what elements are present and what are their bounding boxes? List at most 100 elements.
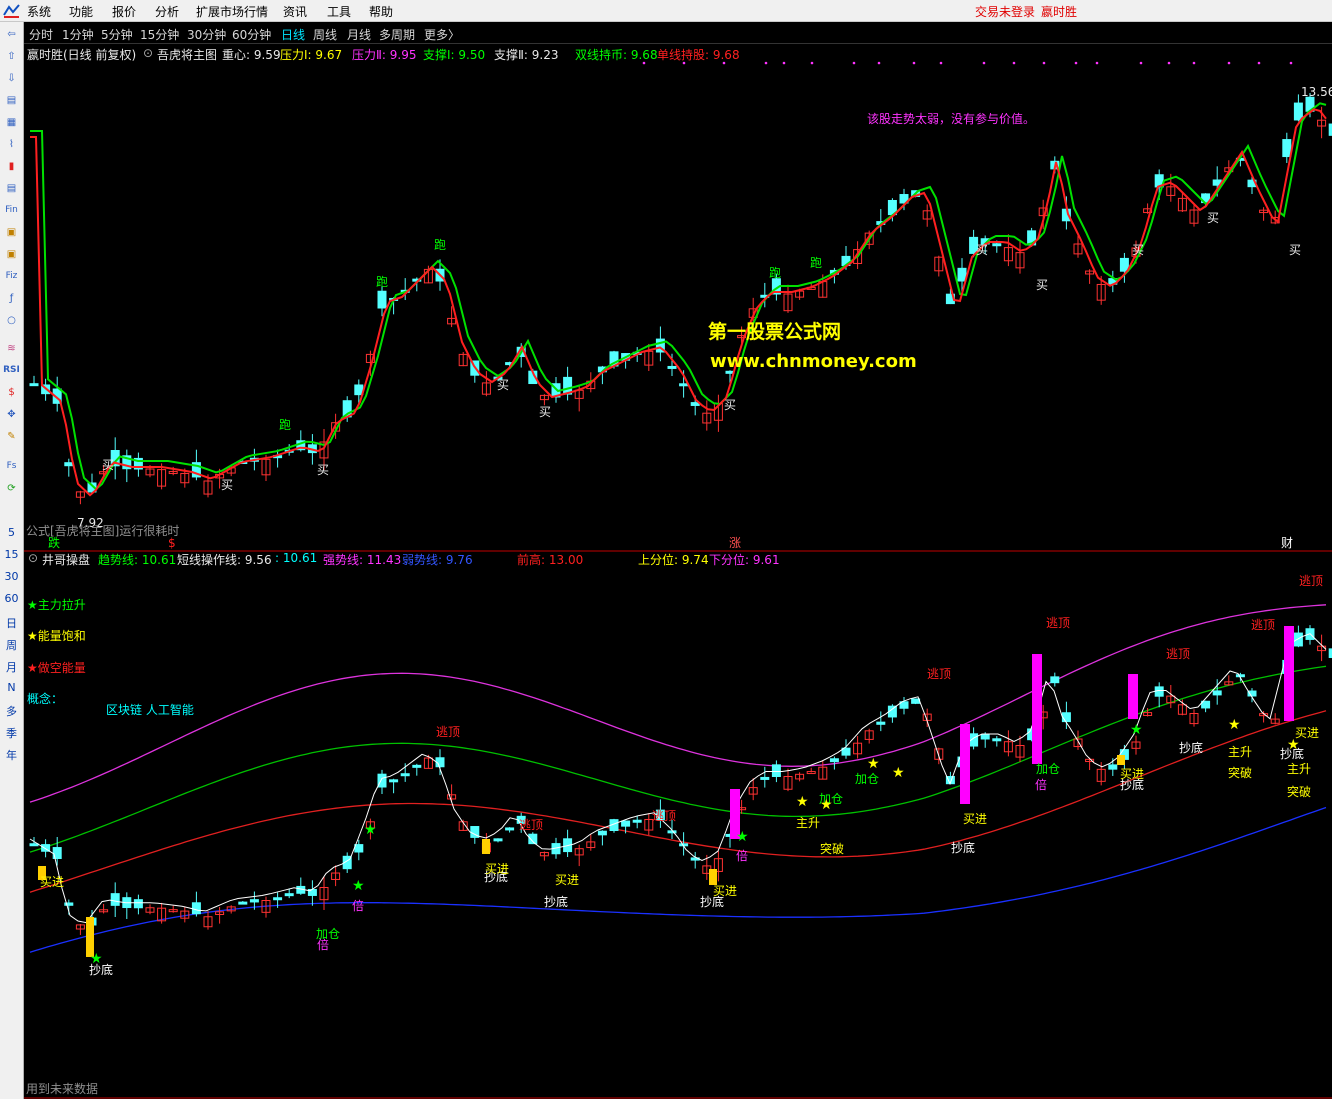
upper-value-2: 压力Ⅱ: 9.95: [352, 48, 417, 62]
toolbar-year[interactable]: 年: [0, 747, 23, 763]
document-icon[interactable]: ▣: [3, 246, 20, 263]
period-tab-1[interactable]: 1分钟: [62, 26, 94, 43]
star-8: ★: [892, 765, 905, 781]
wave-icon[interactable]: ≋: [3, 340, 20, 357]
buy-signal-6: 买: [976, 243, 988, 257]
dollar-icon[interactable]: $: [3, 384, 20, 401]
lower-candle: [1212, 690, 1222, 696]
detail-icon[interactable]: ▤: [3, 92, 20, 109]
toolbar-multi[interactable]: 多: [0, 703, 23, 719]
toolbar-quarter[interactable]: 季: [0, 725, 23, 741]
period-tab-0[interactable]: 分时: [29, 26, 53, 43]
lower-candle: [400, 773, 410, 777]
lower-indicator-name[interactable]: 井哥操盘: [42, 551, 90, 568]
file-icon[interactable]: ▣: [3, 224, 20, 241]
period-tab-7[interactable]: 周线: [313, 26, 337, 43]
lower-candle: [992, 738, 1002, 742]
lower-candle: [377, 773, 387, 788]
upper-value-4: 支撑Ⅱ: 9.23: [494, 48, 559, 62]
pen-icon[interactable]: ✎: [3, 428, 20, 445]
period-tab-9[interactable]: 多周期: [379, 26, 415, 43]
menu-news[interactable]: 资讯: [283, 3, 307, 20]
yellow-bar-4: [1117, 755, 1125, 765]
fx-icon[interactable]: ƒ: [3, 290, 20, 307]
yellow-bar-2: [482, 839, 490, 854]
toolbar-60[interactable]: 60: [0, 592, 23, 605]
toolbar-month[interactable]: 月: [0, 659, 23, 675]
candle: [1119, 257, 1129, 272]
toolbar-5[interactable]: 5: [0, 526, 23, 539]
period-tab-8[interactable]: 月线: [347, 26, 371, 43]
lower-candle: [1293, 632, 1303, 647]
indicator-collapse-icon[interactable]: ⊙: [143, 46, 153, 60]
refresh-icon[interactable]: ⟳: [3, 480, 20, 497]
candle: [64, 462, 74, 467]
lower-candle: [760, 776, 770, 780]
double-0: 倍: [317, 937, 329, 952]
menu-quote[interactable]: 报价: [112, 3, 136, 20]
period-tab-5[interactable]: 60分钟: [232, 26, 271, 43]
menu-tools[interactable]: 工具: [327, 3, 351, 20]
line-chart-icon[interactable]: ⌇: [3, 136, 20, 153]
lower-candle: [505, 827, 515, 831]
chart-area[interactable]: 跑跑跑跑跑买买买买买买买买买买买跌 $ 涨财逃顶 逃顶 逃顶 逃顶 逃顶 逃顶 逃顶 逃顶 抄底 抄底…: [24, 44, 1332, 1099]
concept-label: 概念：: [27, 692, 64, 706]
buy-signal-2: 买: [317, 463, 329, 477]
fs-icon[interactable]: Fs: [3, 458, 20, 475]
toolbar-15[interactable]: 15: [0, 548, 23, 561]
weak-trend-warning: 该股走势太弱，没有参与价值。: [867, 112, 1036, 126]
lower-value-1: 短线操作线: 9.56: [177, 553, 272, 567]
lower-collapse-icon[interactable]: ⊙: [28, 551, 38, 565]
star-7: ★: [867, 756, 880, 772]
signal-dot: [1139, 61, 1143, 65]
menu-help[interactable]: 帮助: [369, 3, 393, 20]
down-arrow-icon[interactable]: ⇩: [3, 70, 20, 87]
main-rise-1: 主升: [1228, 745, 1252, 759]
login-status[interactable]: 交易未登录: [975, 3, 1035, 20]
kline-chart[interactable]: 跑跑跑跑跑买买买买买 买买买买买买跌 $ 涨财逃顶逃顶逃顶逃顶逃顶逃顶逃顶逃顶抄底抄底…: [24, 44, 1332, 1099]
upper-indicator-name[interactable]: 吾虎将主图: [157, 46, 217, 63]
lower-candle: [771, 764, 781, 778]
add-position-3: 加仓: [1036, 762, 1060, 776]
bottom-fish-4: 抄底: [951, 840, 975, 855]
candle-icon[interactable]: ▮: [3, 158, 20, 175]
toolbar-n[interactable]: N: [0, 681, 23, 694]
move-icon[interactable]: ✥: [3, 406, 20, 423]
lower-candle: [1061, 712, 1071, 723]
toolbar-week[interactable]: 周: [0, 637, 23, 653]
period-tab-4[interactable]: 30分钟: [187, 26, 226, 43]
lower-candle: [597, 830, 607, 836]
main-rise-0: 主升: [796, 816, 820, 830]
fiz-icon[interactable]: Fiz: [3, 268, 20, 285]
candle: [992, 243, 1002, 247]
yellow-bar-3: [709, 869, 717, 885]
run-signal-3: 跑: [769, 266, 781, 280]
period-tab-2[interactable]: 5分钟: [101, 26, 133, 43]
breakthrough-0: 突破: [820, 841, 844, 856]
lower-candle: [980, 734, 990, 740]
menu-extended-market[interactable]: 扩展市场行情: [196, 3, 268, 20]
signal-dot: [764, 61, 768, 65]
period-tab-10[interactable]: 更多〉: [424, 26, 460, 43]
table-icon[interactable]: ▤: [3, 180, 20, 197]
back-arrow-icon[interactable]: ⇦: [3, 26, 20, 43]
menu-function[interactable]: 功能: [69, 3, 93, 20]
menu-analysis[interactable]: 分析: [155, 3, 179, 20]
circle-icon[interactable]: ○: [3, 312, 20, 329]
period-tab-3[interactable]: 15分钟: [140, 26, 179, 43]
finance-icon[interactable]: Fin: [3, 202, 20, 219]
up-arrow-icon[interactable]: ⇧: [3, 48, 20, 65]
toolbar-30[interactable]: 30: [0, 570, 23, 583]
buy-signal-0: 买: [102, 458, 114, 472]
menu-system[interactable]: 系统: [27, 3, 51, 20]
candle: [667, 365, 677, 369]
rsi-icon[interactable]: RSI: [3, 362, 20, 379]
period-tab-6[interactable]: 日线: [281, 26, 305, 43]
pink-bar-4: [1284, 626, 1294, 721]
star-0: ★: [90, 951, 103, 967]
toolbar-day[interactable]: 日: [0, 615, 23, 631]
lower-value-3: 强势线: 11.43: [323, 553, 402, 567]
lower-value-6: 上分位: 9.74: [638, 553, 709, 567]
slow-ma-line: [30, 102, 1327, 491]
grid-icon[interactable]: ▦: [3, 114, 20, 131]
